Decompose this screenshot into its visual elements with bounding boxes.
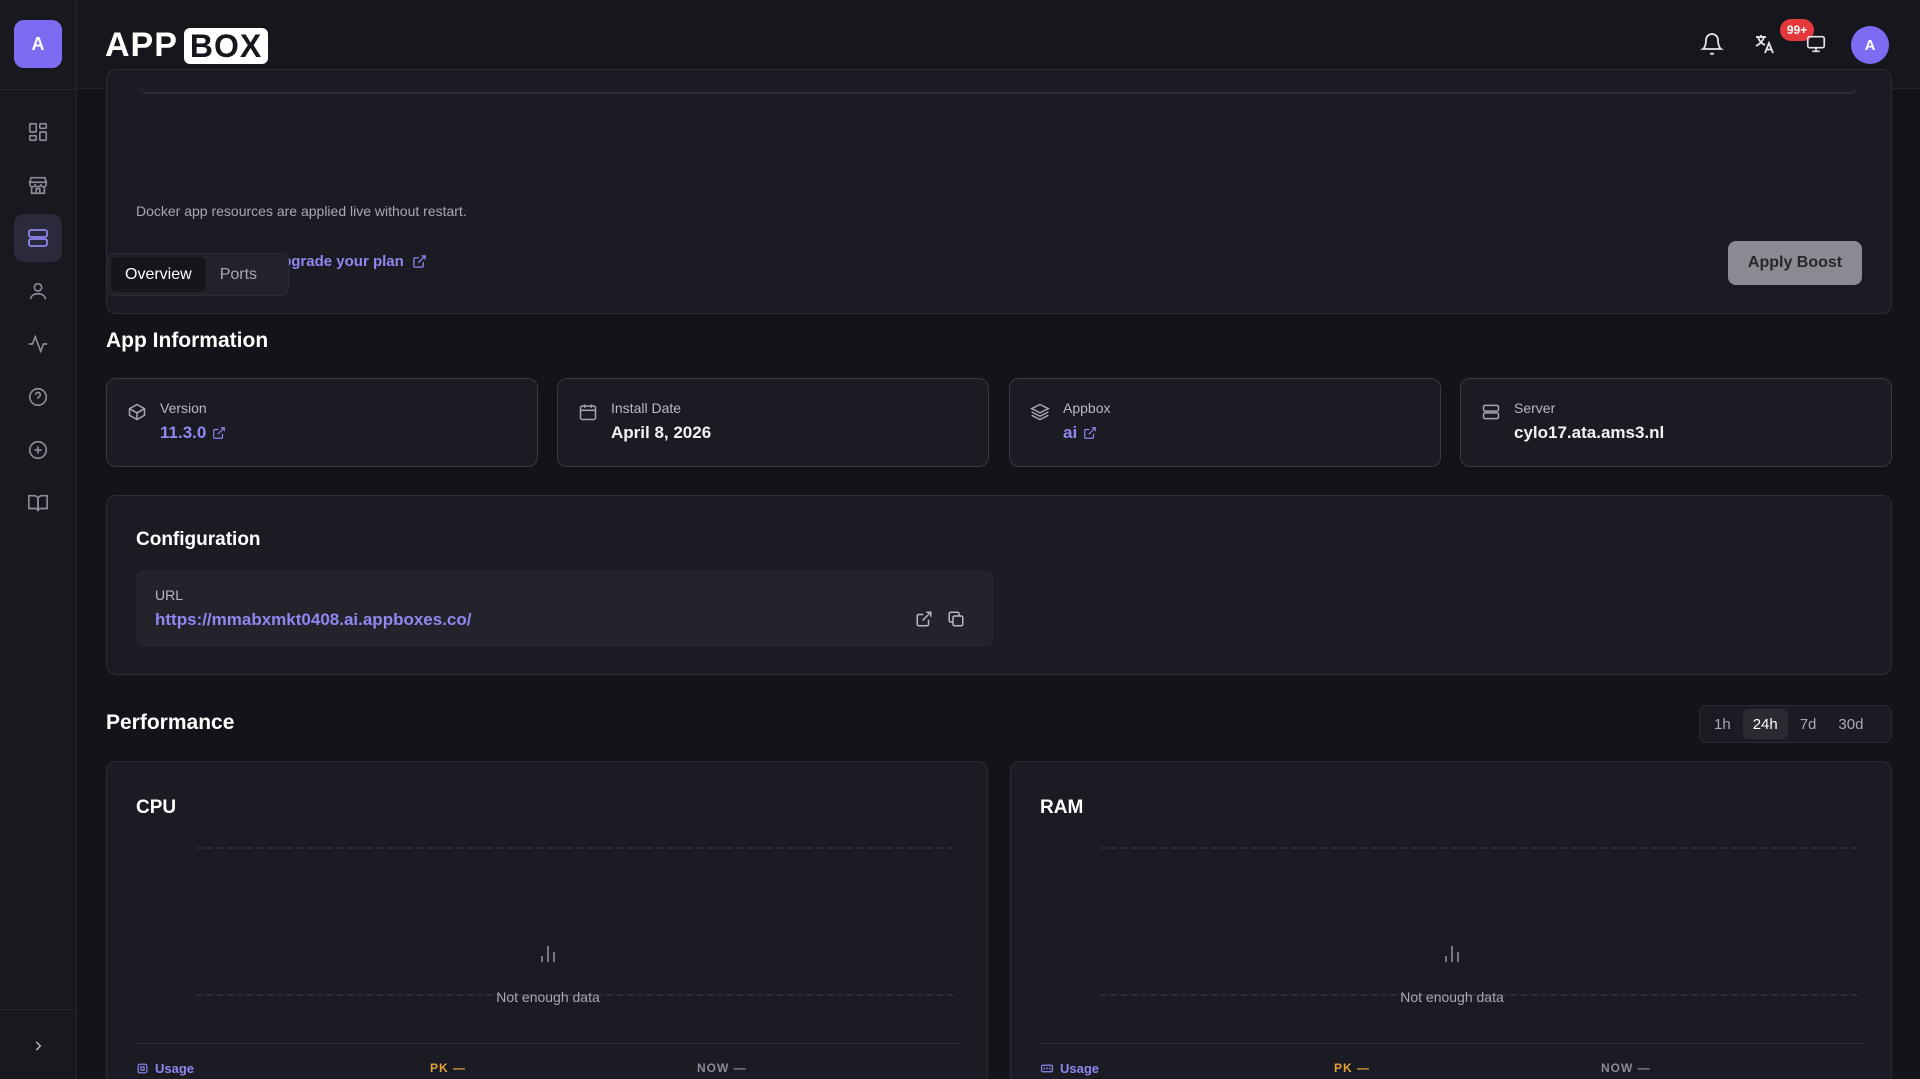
tab-bar: Overview Ports [106,253,289,296]
server-label: Server [1514,400,1556,416]
sidebar-item-help[interactable] [14,373,62,421]
sidebar-item-dashboard[interactable] [14,108,62,156]
open-url-icon[interactable] [915,610,933,628]
sidebar-item-docs[interactable] [14,479,62,527]
version-value: 11.3.0 [160,423,207,442]
boost-note: Docker app resources are applied live wi… [136,203,467,219]
ram-legend-peak: PK — [1334,1061,1371,1075]
dashboard-grid-icon [27,121,49,143]
range-30d[interactable]: 30d [1828,709,1873,739]
server-value: cylo17.ata.ams3.nl [1514,423,1665,442]
url-value[interactable]: https://mmabxmkt0408.ai.appboxes.co/ [155,610,472,630]
sidebar-item-servers[interactable] [14,214,62,262]
server-card: Server cylo17.ata.ams3.nl [1460,378,1892,467]
configuration-card: Configuration URL https://mmabxmkt0408.a… [106,495,1892,675]
bell-icon [1700,32,1724,56]
appbox-label: Appbox [1063,400,1111,416]
sidebar-divider [0,89,77,90]
user-icon [27,280,49,302]
layers-icon [1030,402,1050,422]
tab-ports[interactable]: Ports [206,257,271,292]
version-card: Version 11.3.0 [106,378,538,467]
sidebar-item-store[interactable] [14,161,62,209]
chart-divider [1040,1043,1864,1044]
chart-divider [136,1043,960,1044]
sidebar-divider [0,1009,77,1010]
brand-text-box: BOX [183,27,269,64]
cpu-legend-usage: Usage [136,1061,194,1076]
brand-text-app: APP [105,26,178,64]
app-information-title: App Information [106,329,269,352]
copy-icon[interactable] [947,610,965,628]
bar-chart-icon [1440,942,1464,966]
ram-legend-usage: Usage [1040,1061,1099,1076]
sidebar-item-account[interactable] [14,267,62,315]
performance-title: Performance [106,711,235,734]
version-link[interactable]: 11.3.0 [160,423,226,443]
cpu-legend-usage-label: Usage [155,1061,195,1076]
language-button[interactable] [1746,26,1782,62]
calendar-icon [578,402,598,422]
configuration-title: Configuration [136,529,261,550]
install-date-label: Install Date [611,400,682,416]
range-1h[interactable]: 1h [1704,709,1741,739]
external-link-icon [1083,426,1097,440]
install-date-card: Install Date April 8, 2026 [557,378,989,467]
user-avatar[interactable]: A [1851,26,1889,64]
boost-card: Docker app resources are applied live wi… [106,69,1892,314]
sidebar-item-add[interactable] [14,426,62,474]
chart-gridline [1101,847,1857,849]
ram-legend-now: NOW — [1601,1061,1651,1075]
chart-gridline [197,847,953,849]
cpu-legend-peak: PK — [430,1061,467,1075]
install-date-value: April 8, 2026 [611,423,712,442]
range-24h[interactable]: 24h [1742,709,1788,739]
external-link-icon [212,426,226,440]
cpu-chart-card: CPU Not enough data Usage PK — NOW — [106,761,988,1079]
chevron-right-icon [31,1039,45,1053]
cpu-chip-icon [136,1062,149,1075]
time-range-selector: 1h 24h 7d 30d [1699,705,1892,743]
url-field: URL https://mmabxmkt0408.ai.appboxes.co/ [136,570,994,647]
external-link-icon [412,254,427,269]
appbox-value: ai [1063,423,1078,442]
boost-slider-track[interactable] [139,70,1859,94]
range-7d[interactable]: 7d [1790,709,1827,739]
server-icon [26,226,50,250]
ram-legend-usage-label: Usage [1060,1061,1100,1076]
package-icon [127,402,147,422]
book-icon [27,492,49,514]
plus-circle-icon [27,439,49,461]
notifications-button[interactable] [1694,26,1730,62]
sidebar-item-activity[interactable] [14,320,62,368]
translate-icon [1752,32,1776,56]
cpu-legend-now: NOW — [697,1061,747,1075]
sidebar: A [0,0,77,1079]
help-circle-icon [27,386,49,408]
cpu-chart-title: CPU [136,797,177,818]
store-icon [27,174,49,196]
version-label: Version [160,400,207,416]
monitor-icon [1805,33,1827,55]
brand-logo[interactable]: APP BOX [105,26,269,65]
ram-empty-state: Not enough data [1400,989,1504,1005]
ram-chart-title: RAM [1040,797,1084,818]
server-icon [1481,402,1501,422]
appbox-link[interactable]: ai [1063,423,1097,443]
sidebar-expand-button[interactable] [24,1032,52,1060]
workspace-logo[interactable]: A [14,20,62,68]
memory-icon [1040,1062,1054,1075]
display-button[interactable] [1798,26,1834,62]
tab-overview[interactable]: Overview [111,257,206,292]
bar-chart-icon [536,942,560,966]
cpu-empty-state: Not enough data [496,989,600,1005]
activity-icon [27,333,49,355]
url-label: URL [155,587,184,603]
apply-boost-button[interactable]: Apply Boost [1728,241,1862,285]
ram-chart-card: RAM Not enough data Usage PK — NOW — [1010,761,1892,1079]
appbox-card: Appbox ai [1009,378,1441,467]
